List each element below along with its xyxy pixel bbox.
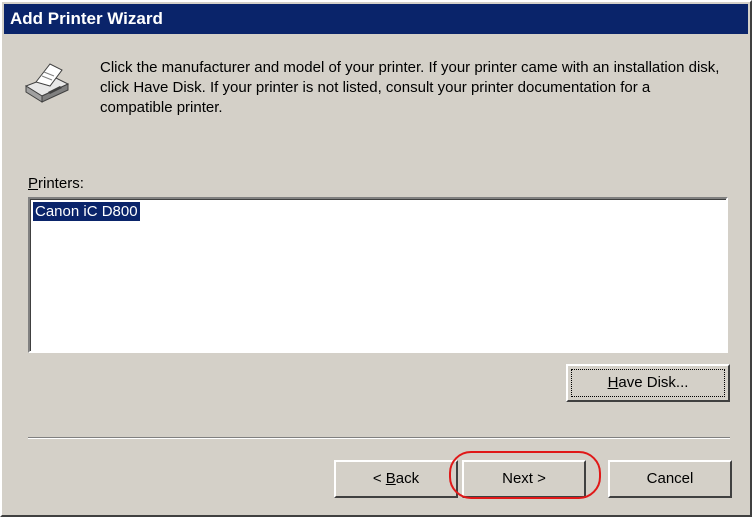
have-disk-label: Have Disk... bbox=[608, 374, 689, 391]
button-divider bbox=[28, 437, 730, 439]
printer-icon bbox=[24, 63, 70, 103]
next-label: Next > bbox=[502, 470, 546, 487]
instructions-text: Click the manufacturer and model of your… bbox=[100, 59, 720, 116]
back-accel: B bbox=[385, 470, 396, 487]
cancel-button[interactable]: Cancel bbox=[608, 460, 732, 498]
back-label: < Back bbox=[373, 470, 419, 487]
add-printer-wizard-window: Add Printer Wizard Click the manufacture… bbox=[0, 0, 752, 517]
back-prefix: < bbox=[372, 470, 386, 487]
back-label-rest: ack bbox=[395, 470, 420, 487]
list-item-canon-ic-d800[interactable]: Canon iC D800 bbox=[33, 202, 140, 221]
printers-label-accel: P bbox=[28, 175, 39, 192]
listbox-border: Canon iC D800 bbox=[30, 199, 726, 351]
have-disk-accel: H bbox=[607, 374, 619, 391]
next-button[interactable]: Next > bbox=[462, 460, 586, 498]
cancel-label: Cancel bbox=[646, 470, 694, 487]
printers-listbox[interactable]: Canon iC D800 bbox=[28, 197, 728, 353]
printers-label: Printers: bbox=[28, 175, 84, 192]
have-disk-label-rest: ave Disk... bbox=[618, 374, 689, 391]
back-button[interactable]: < Back bbox=[334, 460, 458, 498]
printers-label-rest: rinters: bbox=[38, 175, 84, 192]
have-disk-button[interactable]: Have Disk... bbox=[566, 364, 730, 402]
window-title: Add Printer Wizard bbox=[4, 4, 748, 34]
